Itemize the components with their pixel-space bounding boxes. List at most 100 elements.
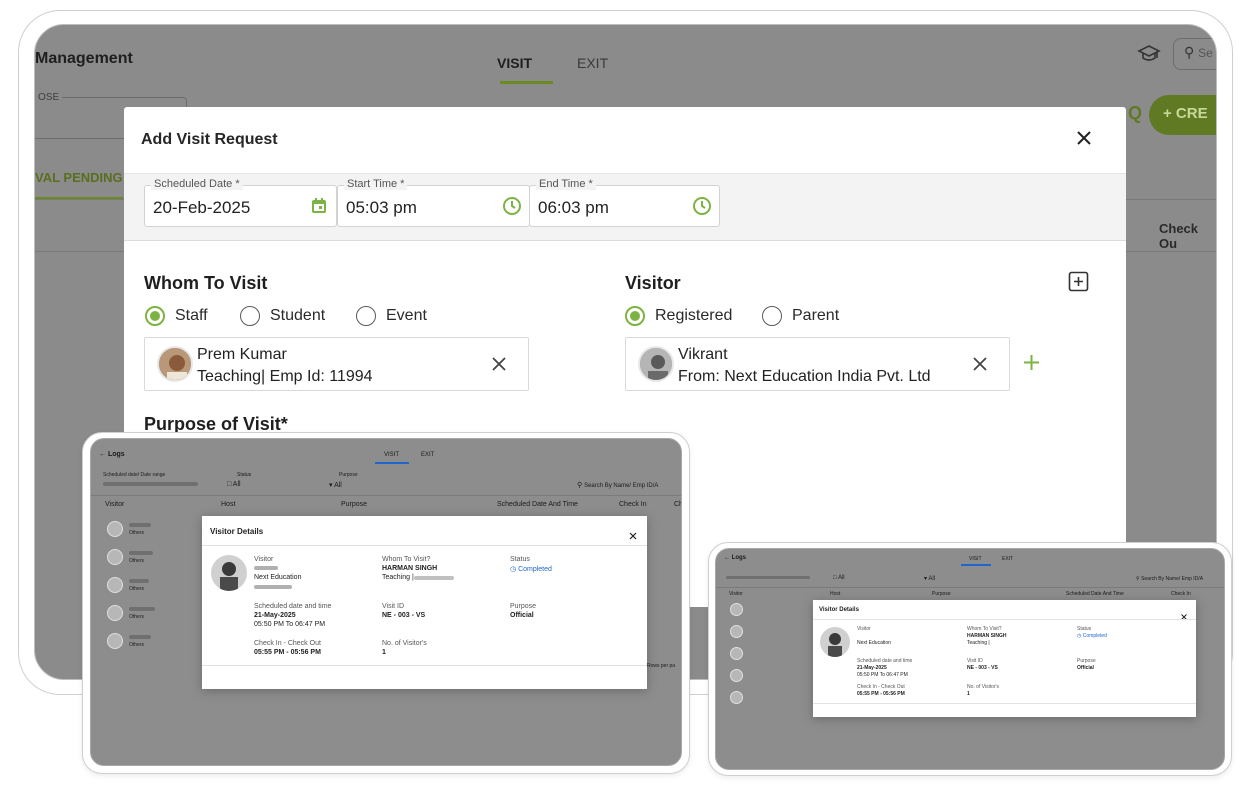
avatar <box>638 346 674 382</box>
visitor-details-popup: Visitor Details Visitor Next Education W… <box>202 516 647 689</box>
start-time-label: Start Time * <box>344 178 408 190</box>
visitor-details-popup: Visitor Details Visitor Next Education W… <box>813 600 1196 717</box>
start-time-field[interactable]: Start Time * 05:03 pm <box>337 178 530 227</box>
filter-value <box>726 576 810 579</box>
radio-staff[interactable] <box>145 306 165 326</box>
close-icon[interactable] <box>629 527 637 540</box>
divider <box>813 703 1196 704</box>
purpose-label: Purpose <box>339 472 358 478</box>
add-box-icon[interactable] <box>1068 271 1089 292</box>
graduation-cap-icon[interactable] <box>1137 43 1161 65</box>
divider <box>813 619 1196 620</box>
clock-icon[interactable] <box>502 196 522 216</box>
radio-event[interactable] <box>356 306 376 326</box>
avatar <box>730 669 743 682</box>
logs-back-title[interactable]: ← Logs <box>99 451 125 458</box>
staff-card: Prem Kumar Teaching| Emp Id: 11994 <box>144 337 529 391</box>
avatar <box>730 691 743 704</box>
visitor-label: Visitor <box>254 556 274 563</box>
avatar <box>820 627 850 657</box>
scheduled-label: Scheduled date and time <box>254 603 332 610</box>
plus-icon[interactable] <box>1023 354 1040 371</box>
clock-icon[interactable] <box>692 196 712 216</box>
tab-visit[interactable]: VISIT <box>497 55 532 71</box>
end-time-label: End Time * <box>536 178 596 190</box>
column-check-out: Ch <box>674 501 681 508</box>
visitor-phone-blur <box>254 585 292 589</box>
end-time-value: 06:03 pm <box>538 198 609 217</box>
column-check-in: Check In <box>619 501 647 508</box>
close-icon[interactable] <box>1181 607 1187 620</box>
tab-visit[interactable]: VISIT <box>969 556 982 562</box>
end-time-field[interactable]: End Time * 06:03 pm <box>529 178 720 227</box>
tab-exit[interactable]: EXIT <box>577 55 608 71</box>
avatar <box>107 577 123 593</box>
purpose-value: Official <box>510 612 534 619</box>
purpose-select[interactable]: ▾ All <box>924 575 935 582</box>
purpose-select-label: OSE <box>35 92 63 103</box>
whom-detail: Teaching | <box>382 574 414 581</box>
create-button[interactable]: + CRE <box>1149 95 1216 135</box>
whom-name: HARMAN SINGH <box>967 633 1007 639</box>
purpose-value: Official <box>1077 665 1094 671</box>
row-sub: Others <box>129 530 145 536</box>
scheduled-date: 21-May-2025 <box>254 612 296 619</box>
divider <box>716 587 1224 588</box>
tab-approval-pending[interactable]: VAL PENDING <box>35 170 123 185</box>
calendar-icon[interactable] <box>309 196 329 216</box>
column-scheduled: Scheduled Date And Time <box>497 501 578 508</box>
search-input[interactable]: ⚲ Search By Name/ Emp ID/A <box>577 481 658 489</box>
row-name <box>129 635 151 639</box>
column-visitor: Visitor <box>729 591 743 597</box>
visitor-name: Vikrant <box>678 346 728 363</box>
radio-student[interactable] <box>240 306 260 326</box>
app-title: Management <box>35 50 133 67</box>
radio-parent[interactable] <box>762 306 782 326</box>
scheduled-date-value: 20-Feb-2025 <box>153 198 251 217</box>
search-input[interactable]: ⚲ Se <box>1173 38 1216 70</box>
divider <box>91 495 681 496</box>
whom-detail: Teaching | <box>967 640 990 646</box>
checkin-value: 05:55 PM - 05:56 PM <box>857 691 905 697</box>
tab-exit[interactable]: EXIT <box>1002 556 1013 562</box>
purpose-label: Purpose <box>1077 658 1096 664</box>
status-select[interactable]: □ All <box>833 575 845 581</box>
search-icon[interactable]: Q <box>1128 103 1142 124</box>
staff-detail: Teaching| Emp Id: 11994 <box>197 368 373 385</box>
row-name <box>129 523 151 527</box>
row-sub: Others <box>129 642 145 648</box>
visit-id: NE - 003 - VS <box>382 612 426 619</box>
status-select[interactable]: □ All <box>227 481 241 488</box>
close-icon[interactable] <box>1073 127 1095 149</box>
tab-exit[interactable]: EXIT <box>421 452 434 458</box>
purpose-select[interactable]: ▾ All <box>329 481 342 489</box>
search-placeholder: Se <box>1198 46 1213 60</box>
close-icon[interactable] <box>491 356 507 372</box>
visitor-detail: From: Next Education India Pvt. Ltd <box>678 368 931 385</box>
whom-to-visit-heading: Whom To Visit <box>144 273 268 293</box>
divider <box>202 545 647 546</box>
status-label: Status <box>1077 626 1092 632</box>
close-icon[interactable] <box>972 356 988 372</box>
whom-name: HARMAN SINGH <box>382 565 438 572</box>
status-badge: ◷ Completed <box>1077 633 1107 639</box>
logs-back-title[interactable]: ← Logs <box>724 555 746 561</box>
popup-title: Visitor Details <box>819 607 859 613</box>
tab-visit[interactable]: VISIT <box>384 452 399 458</box>
visitor-company: Next Education <box>254 574 302 581</box>
row-sub: Others <box>129 558 145 564</box>
radio-registered-label: Registered <box>655 307 733 324</box>
search-input[interactable]: ⚲ Search By Name/ Emp ID/A <box>1136 576 1203 582</box>
avatar <box>730 625 743 638</box>
purpose-label: Purpose <box>510 603 537 610</box>
row-name <box>129 607 155 611</box>
avatar <box>157 346 193 382</box>
radio-registered[interactable] <box>625 306 645 326</box>
column-host: Host <box>221 501 236 508</box>
checkin-value: 05:55 PM - 05:56 PM <box>254 649 321 656</box>
visitors-label: No. of Visitor's <box>382 640 427 647</box>
scheduled-date-field[interactable]: Scheduled Date * 20-Feb-2025 <box>144 178 337 227</box>
row-sub: Others <box>129 586 145 592</box>
scheduled-time: 05:50 PM To 06:47 PM <box>254 621 326 628</box>
status-label: Status <box>237 472 252 478</box>
